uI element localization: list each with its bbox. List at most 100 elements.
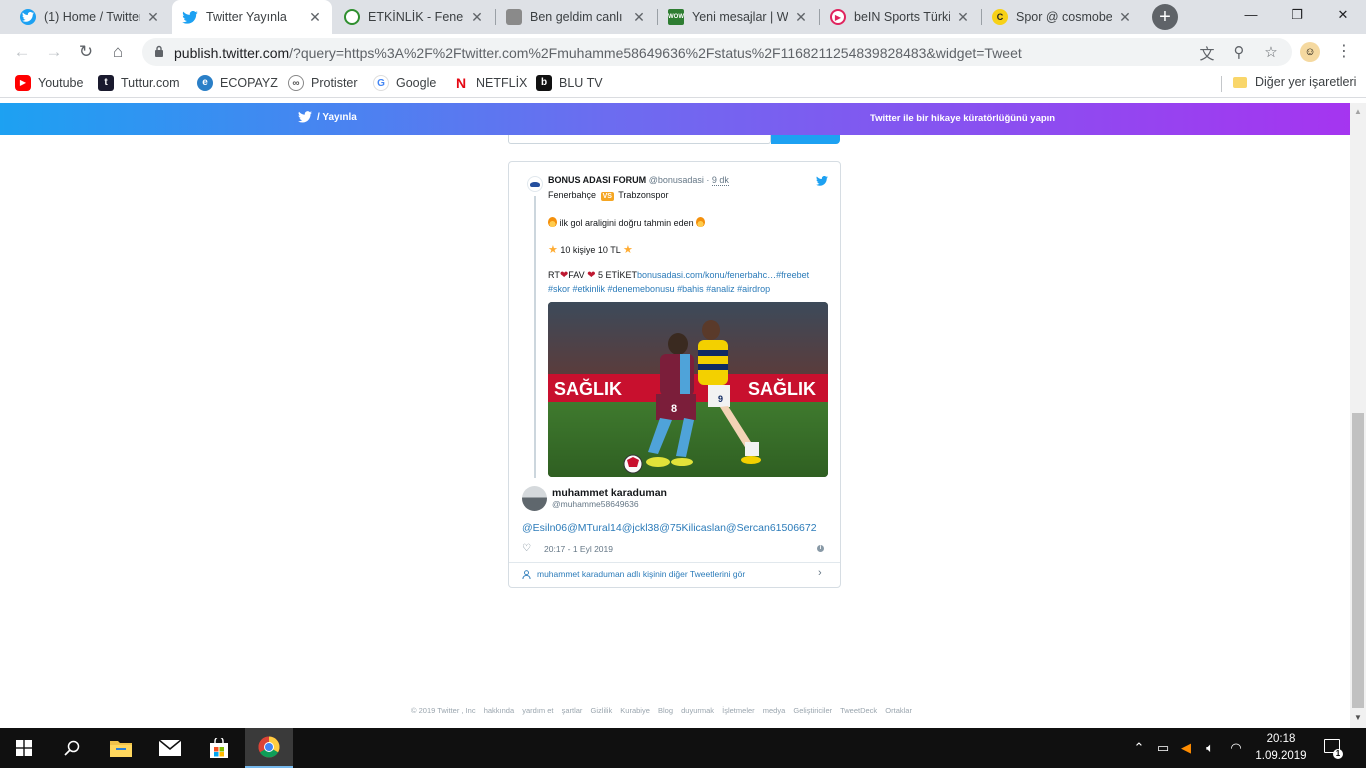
footer-link-cookies[interactable]: Kurabiye <box>620 706 650 715</box>
hashtag-list[interactable]: #skor #etkinlik #denemebonusu #bahis #an… <box>548 284 770 294</box>
bookmark-star-icon[interactable]: ☆ <box>1262 43 1280 61</box>
footer-link-developers[interactable]: Geliştiriciler <box>793 706 832 715</box>
tab-title: beIN Sports Türkiye <box>854 10 950 24</box>
new-tab-button[interactable]: + <box>1152 4 1178 30</box>
quoted-author-name[interactable]: BONUS ADASI FORUM <box>548 175 646 185</box>
footer-link-tweetdeck[interactable]: TweetDeck <box>840 706 877 715</box>
address-bar[interactable]: publish.twitter.com/?query=https%3A%2F%2… <box>142 38 1292 66</box>
bookmark-netflix[interactable]: N NETFLİX <box>453 75 527 91</box>
clock-date: 1.09.2019 <box>1255 750 1307 762</box>
restore-button[interactable]: ❐ <box>1274 0 1320 30</box>
forum-link[interactable]: bonusadasi.com/konu/fenerbahc… <box>637 270 776 280</box>
footer-link-blog[interactable]: Blog <box>658 706 673 715</box>
tab-etkinlik[interactable]: ETKİNLİK - Fenerba ✕ <box>334 0 494 34</box>
battery-icon[interactable]: ▭ <box>1155 740 1171 756</box>
start-button[interactable] <box>0 728 48 768</box>
bookmark-protister[interactable]: ∞ Protister <box>288 75 358 91</box>
url-input-edge[interactable] <box>508 135 771 144</box>
cosmobet-icon: C <box>992 9 1008 25</box>
close-tab-icon[interactable]: ✕ <box>1118 9 1132 26</box>
tab-ben-geldim[interactable]: Ben geldim canlı c ✕ <box>496 0 656 34</box>
author-name[interactable]: muhammet karaduman <box>552 487 667 499</box>
more-tweets-label: muhammet karaduman adlı kişinin diğer Tw… <box>537 569 746 579</box>
bookmark-youtube[interactable]: ▶ Youtube <box>15 75 83 91</box>
footer-link-terms[interactable]: şartlar <box>562 706 583 715</box>
tweet-divider <box>509 562 840 563</box>
author-handle[interactable]: @muhamme58649636 <box>552 499 639 509</box>
chevron-right-icon[interactable]: › <box>818 567 822 579</box>
tweet-timestamp[interactable]: 20:17 - 1 Eyl 2019 <box>544 544 613 554</box>
protister-icon: ∞ <box>288 75 304 91</box>
wifi-icon[interactable]: ◠ <box>1228 740 1244 756</box>
home-button[interactable]: ⌂ <box>107 41 129 63</box>
bookmark-blutv[interactable]: b BLU TV <box>536 75 603 91</box>
chrome-menu-icon[interactable]: ⋮ <box>1336 41 1352 61</box>
twitter-icon[interactable] <box>816 176 828 186</box>
hashtag-freebet[interactable]: #freebet <box>776 270 809 280</box>
page-scrollbar[interactable]: ▲ ▼ <box>1350 103 1366 728</box>
fav-text: FAV <box>568 270 585 280</box>
scroll-up-arrow[interactable]: ▲ <box>1354 107 1362 116</box>
close-tab-icon[interactable]: ✕ <box>470 9 484 26</box>
footer-link-media[interactable]: medya <box>763 706 786 715</box>
bein-icon: ▶ <box>830 9 846 25</box>
tab-twitter-yayinla[interactable]: Twitter Yayınla ✕ <box>172 0 332 34</box>
tab-yeni-mesajlar[interactable]: WOW Yeni mesajlar | Wo ✕ <box>658 0 818 34</box>
show-hidden-icons[interactable]: ⌃ <box>1131 740 1147 756</box>
footer-link-business[interactable]: İşletmeler <box>722 706 755 715</box>
bookmark-ecopayz[interactable]: e ECOPAYZ <box>197 75 278 91</box>
tab-cosmobet[interactable]: C Spor @ cosmobet ✕ <box>982 0 1142 34</box>
translate-icon[interactable]: 文 <box>1198 43 1216 64</box>
footer-link-help[interactable]: yardım et <box>522 706 553 715</box>
close-window-button[interactable]: ✕ <box>1320 0 1366 30</box>
scroll-thumb[interactable] <box>1352 413 1364 708</box>
close-tab-icon[interactable]: ✕ <box>794 9 808 26</box>
bookmark-tuttur[interactable]: t Tuttur.com <box>98 75 180 91</box>
forward-button[interactable]: → <box>43 41 65 63</box>
search-button[interactable] <box>48 728 96 768</box>
tab-title: Spor @ cosmobet <box>1016 10 1112 24</box>
scroll-down-arrow[interactable]: ▼ <box>1354 713 1362 722</box>
quoted-time[interactable]: 9 dk <box>711 175 729 186</box>
tab-bein-sports[interactable]: ▶ beIN Sports Türkiye ✕ <box>820 0 980 34</box>
profile-avatar[interactable]: ☺ <box>1300 42 1320 62</box>
taskbar-chrome[interactable] <box>245 728 293 768</box>
close-tab-icon[interactable]: ✕ <box>632 9 646 26</box>
close-tab-icon[interactable]: ✕ <box>956 9 970 26</box>
publish-home-link[interactable]: / Yayınla <box>298 111 357 123</box>
curate-story-link[interactable]: Twitter ile bir hikaye küratörlüğünü yap… <box>870 113 1055 124</box>
footer-link-advertise[interactable]: duyurmak <box>681 706 714 715</box>
author-avatar[interactable] <box>522 486 547 511</box>
forum-icon <box>506 9 522 25</box>
taskbar-mail[interactable] <box>146 728 194 768</box>
footer-link-privacy[interactable]: Gizlilik <box>591 706 613 715</box>
close-tab-icon[interactable]: ✕ <box>146 9 160 26</box>
submit-button-edge[interactable] <box>771 135 840 144</box>
bookmark-label: NETFLİX <box>476 76 528 90</box>
bookmark-google[interactable]: G Google <box>373 75 436 91</box>
footer-link-about[interactable]: hakkında <box>484 706 514 715</box>
reload-button[interactable]: ↻ <box>75 41 97 63</box>
back-button[interactable]: ← <box>11 41 33 63</box>
quoted-line-goal: ilk gol araligini doğru tahmin eden <box>548 217 706 228</box>
zoom-icon[interactable]: ⚲ <box>1230 43 1248 61</box>
quoted-avatar[interactable] <box>527 176 543 192</box>
speaker-icon[interactable]: 🔈︎ <box>1202 740 1218 756</box>
volume-warning-icon[interactable]: ◀ <box>1178 740 1194 756</box>
other-bookmarks-folder[interactable]: Diğer yer işaretleri <box>1233 75 1356 89</box>
like-heart-icon[interactable]: ♡ <box>522 543 534 554</box>
footer-link-partners[interactable]: Ortaklar <box>885 706 912 715</box>
close-tab-icon[interactable]: ✕ <box>308 9 322 26</box>
taskbar-file-explorer[interactable] <box>97 728 145 768</box>
taskbar-store[interactable] <box>195 728 243 768</box>
taskbar-clock[interactable]: 20:18 1.09.2019 <box>1250 731 1312 765</box>
notification-badge: 1 <box>1333 749 1343 759</box>
tab-home-twitter[interactable]: (1) Home / Twitter ✕ <box>10 0 170 34</box>
quoted-author-handle[interactable]: @bonusadasi <box>649 175 704 185</box>
match-photo[interactable]: SAĞLIK SAĞLIK 9 8 <box>548 302 828 477</box>
tweet-mentions[interactable]: @Esiln06@MTural14@jckl38@75Kilicaslan@Se… <box>522 522 817 534</box>
more-tweets-link[interactable]: muhammet karaduman adlı kişinin diğer Tw… <box>522 569 745 579</box>
player-number: 8 <box>671 403 677 415</box>
minimize-button[interactable]: — <box>1228 0 1274 30</box>
info-icon[interactable]: i <box>817 545 824 552</box>
